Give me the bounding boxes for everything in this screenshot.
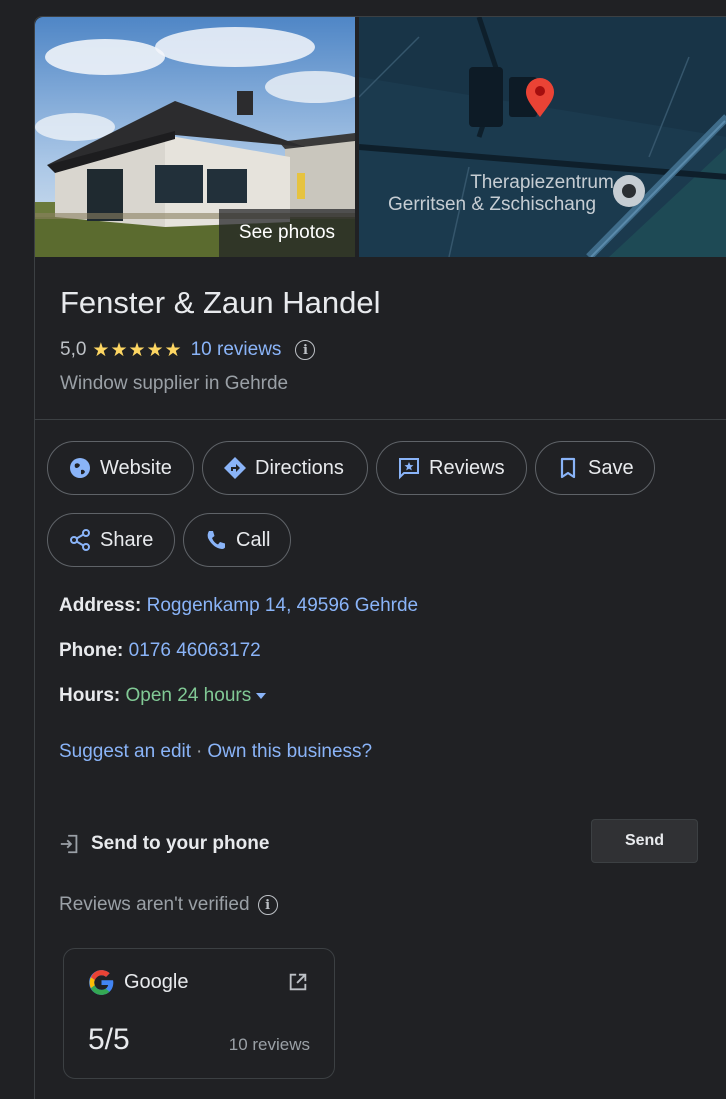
phone-label: Phone:: [59, 640, 124, 661]
send-to-phone-row: Send to your phone: [59, 833, 269, 855]
divider: [35, 419, 726, 420]
rating-stars: ★★★★★: [92, 339, 183, 361]
external-link-icon[interactable]: [287, 971, 309, 993]
phone-row: Phone: 0176 46063172: [59, 640, 261, 662]
share-label: Share: [100, 528, 154, 551]
send-to-phone-label: Send to your phone: [91, 833, 270, 854]
business-panel: See photos Therapiezentrum Gerritsen & Z…: [34, 16, 726, 1099]
google-logo-icon: [89, 970, 114, 995]
hours-label: Hours:: [59, 685, 121, 706]
call-label: Call: [236, 528, 271, 551]
bookmark-icon: [560, 457, 576, 479]
google-review-card[interactable]: Google 5/5 10 reviews: [63, 948, 335, 1079]
business-name: Fenster & Zaun Handel: [60, 285, 381, 320]
phone-value[interactable]: 0176 46063172: [129, 640, 261, 661]
reviews-label: Reviews: [429, 456, 505, 479]
directions-label: Directions: [255, 456, 344, 479]
share-button[interactable]: Share: [47, 513, 175, 567]
send-to-device-icon: [60, 834, 78, 854]
review-star-icon: [399, 458, 419, 480]
review-source-name: Google: [124, 971, 189, 993]
map-label-line1: Therapiezentrum: [470, 172, 614, 193]
phone-icon: [207, 531, 225, 549]
location-map[interactable]: Therapiezentrum Gerritsen & Zschischang: [359, 17, 726, 257]
globe-icon: [70, 458, 90, 478]
call-button[interactable]: Call: [183, 513, 291, 567]
reviews-unverified-notice: Reviews aren't verified i: [59, 894, 278, 916]
reviews-link[interactable]: 10 reviews: [191, 339, 282, 361]
review-source-row: Google: [88, 969, 189, 996]
own-business-link[interactable]: Own this business?: [207, 741, 372, 762]
map-label-line2: Gerritsen & Zschischang: [388, 194, 596, 215]
address-value[interactable]: Roggenkamp 14, 49596 Gehrde: [147, 595, 418, 616]
send-button[interactable]: Send: [591, 819, 698, 863]
edit-links: Suggest an edit · Own this business?: [59, 741, 372, 763]
map-image: Therapiezentrum Gerritsen & Zschischang: [359, 17, 726, 257]
save-label: Save: [588, 456, 634, 479]
business-photo[interactable]: See photos: [35, 17, 355, 257]
suggest-edit-link[interactable]: Suggest an edit: [59, 741, 191, 762]
unverified-text: Reviews aren't verified: [59, 894, 250, 915]
directions-icon: [224, 457, 246, 479]
link-separator: ·: [196, 741, 203, 762]
info-icon[interactable]: i: [295, 340, 316, 360]
website-button[interactable]: Website: [47, 441, 194, 495]
address-row: Address: Roggenkamp 14, 49596 Gehrde: [59, 595, 418, 617]
hours-value[interactable]: Open 24 hours: [126, 685, 252, 706]
rating-value: 5,0: [60, 339, 87, 360]
save-button[interactable]: Save: [535, 441, 655, 495]
see-photos-button[interactable]: See photos: [219, 209, 355, 257]
rating-row: 5,0 ★★★★★ 10 reviews i: [60, 337, 316, 363]
address-label: Address:: [59, 595, 142, 616]
reviews-button[interactable]: Reviews: [376, 441, 527, 495]
share-icon: [70, 529, 90, 551]
hours-row: Hours: Open 24 hours: [59, 685, 267, 707]
hours-dropdown-icon[interactable]: [256, 692, 267, 699]
directions-button[interactable]: Directions: [202, 441, 368, 495]
website-label: Website: [100, 456, 172, 479]
review-score: 5/5: [88, 1023, 130, 1056]
business-category: Window supplier in Gehrde: [60, 373, 289, 394]
info-icon[interactable]: i: [257, 895, 278, 915]
review-count: 10 reviews: [228, 1035, 310, 1054]
